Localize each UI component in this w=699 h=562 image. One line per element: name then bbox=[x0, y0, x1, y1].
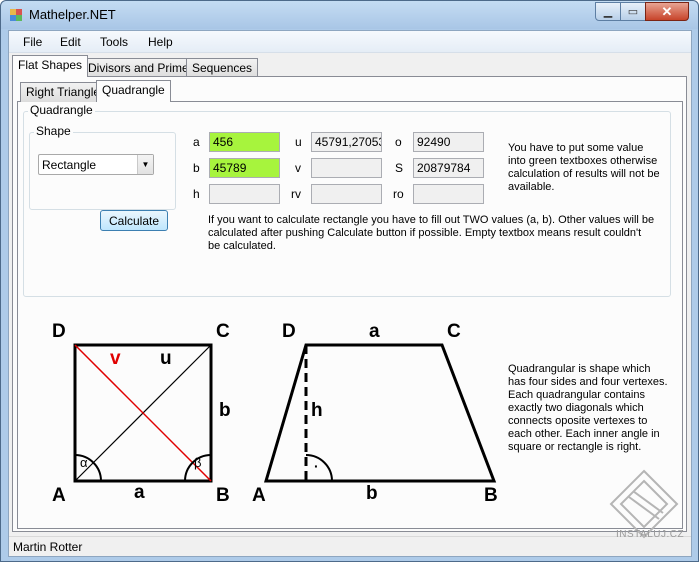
client-area: File Edit Tools Help Flat Shapes Divisor… bbox=[8, 30, 692, 557]
flat-shapes-panel: Right Triangle Quadrangle Quadrangle Sha… bbox=[12, 76, 687, 532]
minimize-button[interactable]: ▁ bbox=[595, 2, 621, 21]
rect-angle-alpha: α bbox=[80, 455, 88, 470]
label-u: u bbox=[295, 135, 302, 149]
trap-vertex-b: B bbox=[484, 485, 498, 506]
tab-divisors-primes[interactable]: Divisors and Primes bbox=[82, 58, 201, 78]
trap-side-b: b bbox=[366, 483, 378, 504]
shape-group-title: Shape bbox=[34, 124, 73, 138]
rect-diagonal-u: u bbox=[160, 348, 172, 369]
trap-vertex-d: D bbox=[282, 321, 296, 342]
menu-file[interactable]: File bbox=[23, 35, 42, 49]
rect-angle-beta: β bbox=[194, 455, 202, 470]
calculate-button[interactable]: Calculate bbox=[100, 210, 168, 231]
rect-vertex-a: A bbox=[52, 485, 66, 506]
tab-flat-shapes[interactable]: Flat Shapes bbox=[12, 55, 89, 77]
tab-right-triangle[interactable]: Right Triangle bbox=[20, 82, 107, 102]
trap-height-h: h bbox=[311, 400, 323, 421]
quadrangle-description: Quadrangular is shape which has four sid… bbox=[508, 363, 668, 453]
green-fields-hint: You have to put some value into green te… bbox=[508, 142, 660, 193]
menu-edit[interactable]: Edit bbox=[60, 35, 81, 49]
rect-diagonal-v: v bbox=[110, 348, 121, 369]
rect-vertex-b: B bbox=[216, 485, 230, 506]
label-a: a bbox=[193, 135, 200, 149]
rect-vertex-c: C bbox=[216, 321, 230, 342]
output-o[interactable]: 92490 bbox=[413, 132, 484, 152]
close-icon: ✕ bbox=[661, 3, 673, 19]
label-s: S bbox=[395, 161, 404, 175]
label-b: b bbox=[193, 161, 200, 175]
app-window: Mathelper.NET ▁ ▭ ✕ File Edit Tools Help… bbox=[0, 0, 699, 562]
trap-side-a: a bbox=[369, 321, 380, 342]
calculation-hint: If you want to calculate rectangle you h… bbox=[208, 214, 655, 252]
menu-bar: File Edit Tools Help bbox=[9, 31, 691, 53]
rect-vertex-d: D bbox=[52, 321, 66, 342]
trapezoid-diagram bbox=[263, 343, 497, 483]
label-ro: ro bbox=[393, 187, 404, 201]
rectangle-diagram bbox=[73, 343, 213, 483]
minimize-icon: ▁ bbox=[603, 6, 613, 18]
status-author: Martin Rotter bbox=[13, 540, 83, 554]
output-ro[interactable] bbox=[413, 184, 484, 204]
shape-select[interactable]: Rectangle ▼ bbox=[38, 154, 154, 175]
quadrangle-group-title: Quadrangle bbox=[28, 103, 95, 117]
menu-help[interactable]: Help bbox=[148, 35, 173, 49]
output-u[interactable]: 45791,27053 bbox=[311, 132, 382, 152]
menu-tools[interactable]: Tools bbox=[100, 35, 128, 49]
app-icon bbox=[10, 9, 22, 21]
trap-vertex-c: C bbox=[447, 321, 461, 342]
tab-quadrangle[interactable]: Quadrangle bbox=[96, 80, 171, 102]
label-v: v bbox=[295, 161, 301, 175]
trap-right-angle-dot: · bbox=[314, 458, 319, 474]
label-rv: rv bbox=[291, 187, 301, 201]
rect-side-b: b bbox=[219, 400, 231, 421]
shapes-diagram bbox=[73, 343, 497, 483]
rect-side-a: a bbox=[134, 482, 145, 503]
title-bar[interactable]: Mathelper.NET ▁ ▭ ✕ bbox=[1, 1, 698, 29]
label-o: o bbox=[395, 135, 402, 149]
output-rv[interactable] bbox=[311, 184, 382, 204]
quadrangle-panel: Quadrangle Shape Rectangle ▼ Calculate a… bbox=[17, 101, 683, 529]
close-button[interactable]: ✕ bbox=[645, 2, 689, 21]
output-h[interactable] bbox=[209, 184, 280, 204]
trap-vertex-a: A bbox=[252, 485, 266, 506]
input-b[interactable]: 45789 bbox=[209, 158, 280, 178]
chevron-down-icon[interactable]: ▼ bbox=[137, 155, 153, 174]
output-s[interactable]: 20879784 bbox=[413, 158, 484, 178]
output-v[interactable] bbox=[311, 158, 382, 178]
maximize-button[interactable]: ▭ bbox=[620, 2, 646, 21]
maximize-icon: ▭ bbox=[627, 6, 639, 18]
window-title: Mathelper.NET bbox=[29, 7, 116, 22]
label-h: h bbox=[193, 187, 200, 201]
shape-select-value: Rectangle bbox=[42, 158, 97, 172]
status-bar: Martin Rotter bbox=[9, 536, 691, 556]
tab-sequences[interactable]: Sequences bbox=[186, 58, 259, 78]
watermark-text: INSTALUJ.CZ bbox=[616, 529, 685, 540]
input-a[interactable]: 456 bbox=[209, 132, 280, 152]
